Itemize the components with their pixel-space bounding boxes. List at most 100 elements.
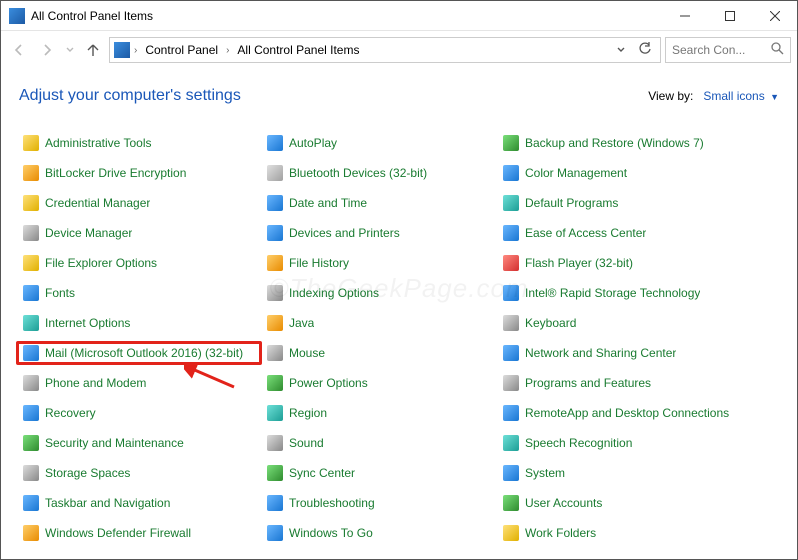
control-panel-item[interactable]: Work Folders	[499, 523, 759, 543]
minimize-button[interactable]	[662, 1, 707, 30]
item-icon	[23, 465, 39, 481]
item-icon	[23, 255, 39, 271]
control-panel-item[interactable]: Bluetooth Devices (32-bit)	[263, 163, 495, 183]
item-icon	[267, 405, 283, 421]
refresh-button[interactable]	[634, 42, 656, 59]
control-panel-item[interactable]: Sync Center	[263, 463, 495, 483]
item-icon	[23, 375, 39, 391]
item-label: Backup and Restore (Windows 7)	[525, 136, 704, 150]
control-panel-item[interactable]: Devices and Printers	[263, 223, 495, 243]
control-panel-item[interactable]: Recovery	[19, 403, 259, 423]
control-panel-item[interactable]: Credential Manager	[19, 193, 259, 213]
control-panel-item[interactable]: Fonts	[19, 283, 259, 303]
item-icon	[503, 285, 519, 301]
control-panel-item[interactable]: Troubleshooting	[263, 493, 495, 513]
control-panel-item[interactable]: AutoPlay	[263, 133, 495, 153]
control-panel-item[interactable]: Mail (Microsoft Outlook 2016) (32-bit)	[19, 343, 259, 363]
item-icon	[267, 135, 283, 151]
control-panel-item[interactable]: File Explorer Options	[19, 253, 259, 273]
control-panel-item[interactable]: Storage Spaces	[19, 463, 259, 483]
address-history-dropdown[interactable]	[610, 43, 632, 57]
control-panel-icon	[9, 8, 25, 24]
address-bar[interactable]: › Control Panel › All Control Panel Item…	[109, 37, 661, 63]
control-panel-item[interactable]: Java	[263, 313, 495, 333]
maximize-button[interactable]	[707, 1, 752, 30]
item-icon	[23, 345, 39, 361]
control-panel-item[interactable]: Security and Maintenance	[19, 433, 259, 453]
item-label: Windows Defender Firewall	[45, 526, 191, 540]
item-label: Indexing Options	[289, 286, 379, 300]
item-icon	[267, 195, 283, 211]
item-label: Windows To Go	[289, 526, 373, 540]
close-button[interactable]	[752, 1, 797, 30]
item-label: BitLocker Drive Encryption	[45, 166, 186, 180]
control-panel-item[interactable]: Administrative Tools	[19, 133, 259, 153]
search-box[interactable]: Search Con...	[665, 37, 791, 63]
control-panel-item[interactable]: BitLocker Drive Encryption	[19, 163, 259, 183]
control-panel-item[interactable]: Windows To Go	[263, 523, 495, 543]
item-label: Mail (Microsoft Outlook 2016) (32-bit)	[45, 346, 243, 360]
control-panel-item[interactable]: System	[499, 463, 759, 483]
control-panel-item[interactable]: Keyboard	[499, 313, 759, 333]
item-label: System	[525, 466, 565, 480]
item-icon	[503, 345, 519, 361]
item-label: File Explorer Options	[45, 256, 157, 270]
control-panel-item[interactable]: Programs and Features	[499, 373, 759, 393]
up-button[interactable]	[81, 38, 105, 62]
control-panel-item[interactable]: Speech Recognition	[499, 433, 759, 453]
item-icon	[267, 345, 283, 361]
control-panel-item[interactable]: Mouse	[263, 343, 495, 363]
titlebar: All Control Panel Items	[1, 1, 797, 31]
forward-button[interactable]	[35, 38, 59, 62]
item-label: Security and Maintenance	[45, 436, 184, 450]
control-panel-item[interactable]: Power Options	[263, 373, 495, 393]
item-label: Recovery	[45, 406, 96, 420]
control-panel-item[interactable]: File History	[263, 253, 495, 273]
item-label: Fonts	[45, 286, 75, 300]
control-panel-item[interactable]: Phone and Modem	[19, 373, 259, 393]
item-icon	[23, 225, 39, 241]
item-label: Java	[289, 316, 314, 330]
control-panel-item[interactable]: RemoteApp and Desktop Connections	[499, 403, 759, 423]
control-panel-item[interactable]: Backup and Restore (Windows 7)	[499, 133, 759, 153]
control-panel-item[interactable]: Intel® Rapid Storage Technology	[499, 283, 759, 303]
item-label: File History	[289, 256, 349, 270]
search-placeholder: Search Con...	[672, 43, 765, 57]
item-icon	[503, 405, 519, 421]
item-label: Speech Recognition	[525, 436, 632, 450]
view-by-label: View by:	[648, 89, 693, 103]
control-panel-item[interactable]: Region	[263, 403, 495, 423]
control-panel-item[interactable]: Indexing Options	[263, 283, 495, 303]
item-label: Phone and Modem	[45, 376, 146, 390]
control-panel-item[interactable]: Sound	[263, 433, 495, 453]
control-panel-item[interactable]: Date and Time	[263, 193, 495, 213]
control-panel-item[interactable]: Internet Options	[19, 313, 259, 333]
item-label: Sound	[289, 436, 324, 450]
item-label: Internet Options	[45, 316, 130, 330]
control-panel-item[interactable]: Ease of Access Center	[499, 223, 759, 243]
item-label: Work Folders	[525, 526, 596, 540]
control-panel-item[interactable]: User Accounts	[499, 493, 759, 513]
view-by-value[interactable]: Small icons	[703, 89, 764, 103]
item-icon	[23, 195, 39, 211]
item-label: Region	[289, 406, 327, 420]
back-button[interactable]	[7, 38, 31, 62]
control-panel-item[interactable]: Color Management	[499, 163, 759, 183]
control-panel-item[interactable]: Taskbar and Navigation	[19, 493, 259, 513]
breadcrumb-root[interactable]: Control Panel	[141, 41, 222, 59]
item-label: Devices and Printers	[289, 226, 400, 240]
chevron-right-icon[interactable]: ›	[224, 45, 231, 56]
control-panel-item[interactable]: Default Programs	[499, 193, 759, 213]
control-panel-item[interactable]: Network and Sharing Center	[499, 343, 759, 363]
view-by-control[interactable]: View by: Small icons ▼	[648, 89, 779, 103]
item-label: Network and Sharing Center	[525, 346, 676, 360]
recent-dropdown[interactable]	[63, 38, 77, 62]
chevron-right-icon[interactable]: ›	[132, 45, 139, 56]
control-panel-item[interactable]: Device Manager	[19, 223, 259, 243]
items-grid: Administrative ToolsAutoPlay Backup and R…	[19, 133, 779, 543]
control-panel-item[interactable]: Flash Player (32-bit)	[499, 253, 759, 273]
item-label: Color Management	[525, 166, 627, 180]
breadcrumb-child[interactable]: All Control Panel Items	[233, 41, 363, 59]
control-panel-item[interactable]: Windows Defender Firewall	[19, 523, 259, 543]
item-label: Taskbar and Navigation	[45, 496, 170, 510]
